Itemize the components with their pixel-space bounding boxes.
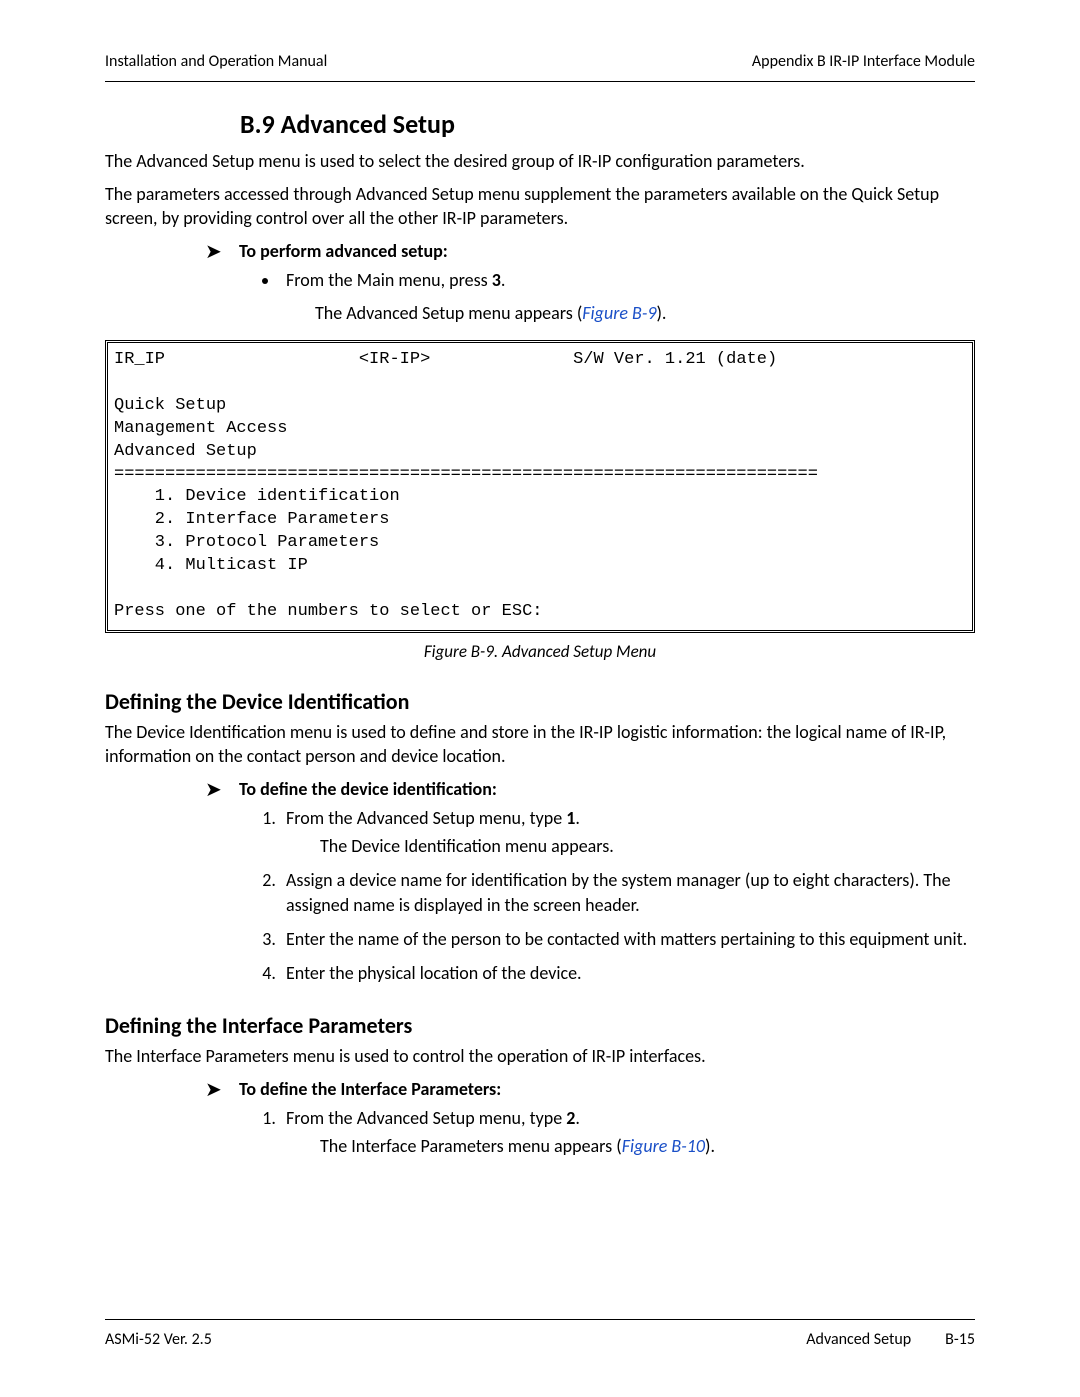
step-key: 1 [566, 807, 575, 829]
arrow-icon: ➤ [205, 1078, 239, 1102]
step-text: From the Main menu, press [286, 269, 492, 291]
arrow-icon: ➤ [205, 778, 239, 802]
term-menu-item: 3. Protocol Parameters [114, 533, 379, 552]
page-body: B.9 Advanced Setup The Advanced Setup me… [105, 108, 975, 1159]
step: Enter the physical location of the devic… [280, 961, 975, 985]
figure-ref[interactable]: Figure B-9 [582, 302, 656, 324]
section-number: B.9 [240, 108, 275, 140]
page-header: Installation and Operation Manual Append… [105, 52, 975, 82]
subheading-device-identification: Defining the Device Identification [105, 688, 975, 715]
step-result: The Device Identification menu appears. [320, 834, 975, 858]
section-name: Advanced Setup [281, 108, 455, 140]
step: From the Advanced Setup menu, type 2. Th… [280, 1106, 975, 1159]
step-text-post: . [501, 269, 506, 291]
term-hostname: IR_IP [114, 350, 165, 369]
footer-page-number: B-15 [945, 1330, 975, 1349]
procedure-define-device-identification: ➤ To define the device identification: [205, 778, 975, 802]
term-line: Management Access [114, 419, 287, 438]
procedure-title: To perform advanced setup: [239, 240, 448, 264]
iface-para: The Interface Parameters menu is used to… [105, 1045, 975, 1068]
term-rule: ========================================… [114, 465, 818, 484]
term-menu-item: 2. Interface Parameters [114, 510, 389, 529]
step-key: 2 [566, 1107, 575, 1129]
devid-steps: From the Advanced Setup menu, type 1. Th… [105, 806, 975, 986]
step-result: The Interface Parameters menu appears (F… [320, 1134, 975, 1158]
arrow-icon: ➤ [205, 240, 239, 264]
step: From the Main menu, press 3. [280, 268, 975, 292]
procedure-define-interface-parameters: ➤ To define the Interface Parameters: [205, 1078, 975, 1102]
step: From the Advanced Setup menu, type 1. Th… [280, 806, 975, 859]
term-menu-item: 4. Multicast IP [114, 556, 308, 575]
step-key: 3 [492, 269, 501, 291]
devid-para: The Device Identification menu is used t… [105, 721, 975, 768]
procedure-perform-advanced-setup: ➤ To perform advanced setup: [205, 240, 975, 264]
iface-steps: From the Advanced Setup menu, type 2. Th… [105, 1106, 975, 1159]
term-version: S/W Ver. 1.21 (date) [573, 350, 777, 369]
term-line: Advanced Setup [114, 442, 257, 461]
term-prompt: Press one of the numbers to select or ES… [114, 602, 542, 621]
term-device: <IR-IP> [359, 350, 430, 369]
footer-left: ASMi-52 Ver. 2.5 [105, 1330, 212, 1349]
header-left: Installation and Operation Manual [105, 52, 327, 71]
procedure-title: To define the Interface Parameters: [239, 1078, 501, 1102]
page-footer: ASMi-52 Ver. 2.5 Advanced Setup B-15 [105, 1319, 975, 1349]
figure-caption: Figure B-9. Advanced Setup Menu [105, 641, 975, 662]
figure-ref[interactable]: Figure B-10 [622, 1135, 705, 1157]
step: Assign a device name for identification … [280, 868, 975, 917]
footer-section: Advanced Setup [806, 1330, 911, 1349]
step-result: The Advanced Setup menu appears (Figure … [315, 302, 975, 325]
header-right: Appendix B IR-IP Interface Module [752, 52, 975, 71]
section-title: B.9 Advanced Setup [240, 108, 975, 140]
term-line: Quick Setup [114, 396, 226, 415]
term-menu-item: 1. Device identification [114, 487, 400, 506]
intro-para-2: The parameters accessed through Advanced… [105, 183, 975, 230]
terminal-screen: IR_IP <IR-IP> S/W Ver. 1.21 (date) Quick… [105, 340, 975, 633]
step: Enter the name of the person to be conta… [280, 927, 975, 951]
procedure-title: To define the device identification: [239, 778, 497, 802]
intro-para-1: The Advanced Setup menu is used to selec… [105, 150, 975, 173]
page: Installation and Operation Manual Append… [0, 0, 1080, 1397]
subheading-interface-parameters: Defining the Interface Parameters [105, 1012, 975, 1039]
procedure-steps: From the Main menu, press 3. [105, 268, 975, 292]
